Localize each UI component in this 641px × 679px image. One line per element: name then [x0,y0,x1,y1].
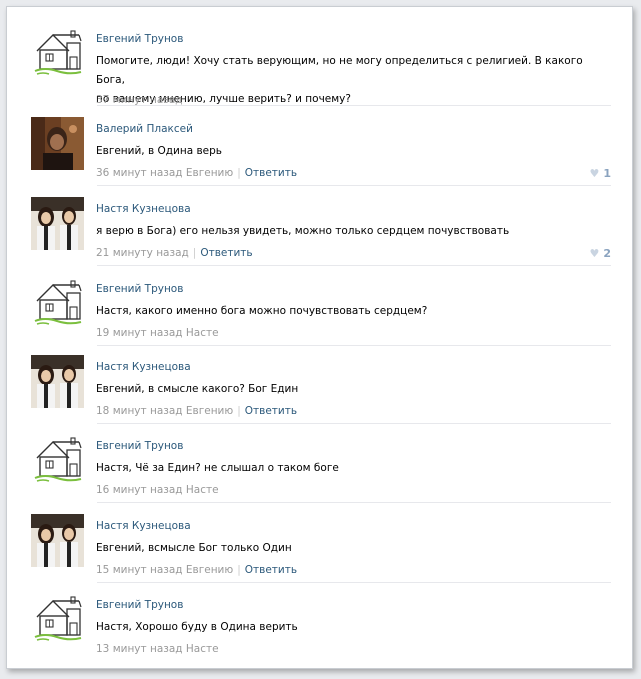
reply-link[interactable]: Ответить [245,167,297,179]
house-icon [31,434,84,487]
comment-text: Евгений, в смысле какого? Бог Един [96,380,606,399]
comment-text: Евгений, в Одина верь [96,142,606,161]
comment-author[interactable]: Настя Кузнецова [96,361,191,373]
like-count: 2 [603,247,611,260]
girls-photo-icon [31,514,84,567]
comments-panel: Евгений Трунов Помогите, люди! Хочу стат… [6,6,633,669]
avatar[interactable] [31,355,84,408]
comment-text-line: Евгений, всмысле Бог только Один [96,542,292,554]
comment-text-line: Настя, Чё за Един? не слышал о таком бог… [96,462,339,474]
comment-text: Настя, какого именно бога можно почувств… [96,302,606,321]
comment-time[interactable]: 16 минут назад Насте [96,484,219,496]
avatar[interactable] [31,197,84,250]
separator: | [237,167,241,179]
girls-photo-icon [31,355,84,408]
comment-author[interactable]: Евгений Трунов [96,33,183,45]
comment-item: Настя Кузнецова Евгений, всмысле Бог тол… [31,502,611,582]
comment-item: Евгений Трунов Настя, Хорошо буду в Один… [31,581,611,661]
comment-text-line: Евгений, в Одина верь [96,145,222,157]
reply-link[interactable]: Ответить [245,564,297,576]
comment-item: Евгений Трунов Настя, Чё за Един? не слы… [31,422,611,502]
comment-author[interactable]: Настя Кузнецова [96,520,191,532]
comment-time[interactable]: 21 минуту назад [96,247,189,259]
house-icon [31,593,84,646]
comment-author[interactable]: Евгений Трунов [96,440,183,452]
comment-meta: 19 минут назад Насте [96,327,219,339]
comment-item: Настя Кузнецова я верю в Бога) его нельз… [31,185,611,265]
comment-item: Евгений Трунов Помогите, люди! Хочу стат… [31,15,611,106]
avatar[interactable] [31,514,84,567]
comment-author[interactable]: Валерий Плаксей [96,123,193,135]
girls-photo-icon [31,197,84,250]
avatar[interactable] [31,27,84,80]
comment-text-line: я верю в Бога) его нельзя увидеть, можно… [96,225,510,237]
comment-author[interactable]: Настя Кузнецова [96,203,191,215]
comment-text: Евгений, всмысле Бог только Один [96,539,606,558]
heart-icon: ♥ [589,247,600,260]
separator: | [237,564,241,576]
house-icon [31,27,84,80]
like-count: 1 [603,167,611,180]
house-icon [31,277,84,330]
man-photo-icon [31,117,84,170]
comment-time[interactable]: 19 минут назад Насте [96,327,219,339]
comment-text: я верю в Бога) его нельзя увидеть, можно… [96,222,606,241]
comment-time[interactable]: 36 минут назад Евгению [96,167,233,179]
avatar[interactable] [31,434,84,487]
avatar[interactable] [31,117,84,170]
comment-meta: 21 минуту назад | Ответить [96,247,253,259]
comment-time[interactable]: 15 минут назад Евгению [96,564,233,576]
comment-meta: 18 минут назад Евгению | Ответить [96,405,297,417]
comment-item: Евгений Трунов Настя, какого именно бога… [31,265,611,345]
like-button[interactable]: ♥ 1 [589,167,611,180]
comment-time[interactable]: 18 минут назад Евгению [96,405,233,417]
heart-icon: ♥ [589,167,600,180]
comment-item: Валерий Плаксей Евгений, в Одина верь 36… [31,105,611,185]
comment-text-line: Евгений, в смысле какого? Бог Един [96,383,299,395]
comment-meta: 36 минут назад Евгению | Ответить [96,167,297,179]
comment-meta: 15 минут назад Евгению | Ответить [96,564,297,576]
comment-author[interactable]: Евгений Трунов [96,599,183,611]
avatar[interactable] [31,277,84,330]
comment-text: Настя, Хорошо буду в Одина верить [96,618,606,637]
reply-link[interactable]: Ответить [200,247,252,259]
comment-text-line: Настя, Хорошо буду в Одина верить [96,621,298,633]
comment-text-line: Помогите, люди! Хочу стать верующим, но … [96,55,583,86]
avatar[interactable] [31,593,84,646]
comment-meta: 16 минут назад Насте [96,484,219,496]
comment-text: Настя, Чё за Един? не слышал о таком бог… [96,459,606,478]
separator: | [192,247,197,259]
reply-link[interactable]: Ответить [245,405,297,417]
comment-time[interactable]: 13 минут назад Насте [96,643,219,655]
comment-text-line: Настя, какого именно бога можно почувств… [96,305,428,317]
comment-meta: 13 минут назад Насте [96,643,219,655]
comment-item: Настя Кузнецова Евгений, в смысле какого… [31,343,611,423]
comment-author[interactable]: Евгений Трунов [96,283,183,295]
separator: | [237,405,241,417]
like-button[interactable]: ♥ 2 [589,247,611,260]
